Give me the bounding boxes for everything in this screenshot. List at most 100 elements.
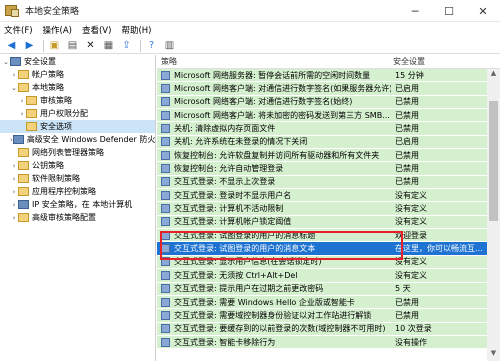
folder-icon [26, 96, 37, 105]
help-icon[interactable]: ? [144, 39, 159, 53]
show-tree-icon[interactable]: ▤ [65, 39, 80, 53]
toolbar-separator [43, 39, 44, 52]
tree-item-firewall[interactable]: › 高级安全 Windows Defender 防火墙 [0, 133, 155, 146]
delete-icon[interactable]: ✕ [83, 39, 98, 53]
table-row[interactable]: 交互式登录: 不显示上次登录 已禁用 [157, 175, 487, 189]
tree-item-advanced-audit[interactable]: › 高级审核策略配置 [0, 211, 155, 224]
policy-setting: 已启用 [395, 84, 419, 94]
table-row[interactable]: 交互式登录: 计算机帐户锁定阈值 没有定义 [157, 215, 487, 229]
policy-icon [161, 150, 170, 160]
close-icon[interactable]: ✕ [466, 0, 500, 22]
chevron-down-icon[interactable]: ⌄ [10, 84, 18, 92]
column-policy[interactable]: 策略 [157, 55, 389, 68]
table-row[interactable]: Microsoft 网络客户端: 对通信进行数字签名(如果服务器允许) 已启用 [157, 82, 487, 95]
tree-item-security-settings[interactable]: ⌄ 安全设置 [0, 55, 155, 68]
table-row[interactable]: 关机: 允许系统在未登录的情况下关闭 已启用 [157, 135, 487, 149]
tree-item-public-key[interactable]: › 公钥策略 [0, 159, 155, 172]
folder-icon [18, 70, 29, 79]
tree-label: 高级审核策略配置 [32, 213, 96, 222]
properties-icon[interactable]: ▦ [101, 39, 116, 53]
tree-item-user-rights[interactable]: › 用户权限分配 [0, 107, 155, 120]
tree-label: 应用程序控制策略 [32, 187, 96, 196]
chevron-right-icon[interactable]: › [10, 71, 18, 79]
table-row[interactable]: 交互式登录: 提示用户在过期之前更改密码 5 天 [157, 282, 487, 295]
table-row[interactable]: 关机: 清除虚拟内存页面文件 已禁用 [157, 122, 487, 135]
table-row[interactable]: 交互式登录: 要缓存到的以前登录的次数(域控制器不可用时) 10 次登录 [157, 322, 487, 335]
policy-setting: 没有定义 [395, 204, 427, 214]
view-icon[interactable]: ▥ [162, 39, 177, 53]
policy-name: 交互式登录: 提示用户在过期之前更改密码 [174, 284, 324, 294]
firewall-icon [12, 135, 24, 144]
table-row[interactable]: 交互式登录: 需要域控制器身份验证以对工作站进行解锁 已禁用 [157, 309, 487, 322]
menu-file[interactable]: 文件(F) [4, 24, 33, 36]
scroll-up-icon[interactable]: ▲ [487, 69, 500, 81]
policy-icon [161, 310, 170, 320]
tree-item-network-list[interactable]: 网络列表管理器策略 [0, 146, 155, 159]
tree-item-app-control[interactable]: › 应用程序控制策略 [0, 185, 155, 198]
table-row[interactable]: 交互式登录: 试图登录的用户的消息文本 在这里，你可以畅流互... [157, 242, 487, 255]
vertical-scrollbar[interactable]: ▲ ▼ [487, 69, 500, 361]
table-row[interactable]: 交互式登录: 需要 Windows Hello 企业版或智能卡 已禁用 [157, 295, 487, 309]
table-row[interactable]: 交互式登录: 登录时不显示用户名 没有定义 [157, 189, 487, 202]
table-row[interactable]: 恢复控制台: 允许软盘复制并访问所有驱动器和所有文件夹 已禁用 [157, 149, 487, 162]
shield-icon [10, 57, 21, 66]
export-icon[interactable]: ⇪ [119, 39, 134, 53]
menu-action[interactable]: 操作(A) [43, 24, 72, 36]
tree-item-software-restriction[interactable]: › 软件限制策略 [0, 172, 155, 185]
menu-view[interactable]: 查看(V) [82, 24, 111, 36]
column-header: 策略 安全设置 [157, 55, 500, 69]
local-security-policy-icon [5, 4, 19, 17]
table-row[interactable]: 交互式登录: 显示用户信息(在会话锁定时) 没有定义 [157, 255, 487, 269]
policy-setting: 已禁用 [395, 97, 419, 107]
folder-icon [18, 213, 29, 222]
table-row[interactable]: 恢复控制台: 允许自动管理登录 已禁用 [157, 162, 487, 175]
table-row[interactable]: Microsoft 网络客户端: 对通信进行数字签名(始终) 已禁用 [157, 95, 487, 109]
folder-icon [18, 174, 29, 183]
tree-item-security-options[interactable]: 安全选项 [0, 120, 155, 133]
window-title: 本地安全策略 [25, 7, 80, 17]
table-row[interactable]: 交互式登录: 智能卡移除行为 没有操作 [157, 335, 487, 349]
folder-open-icon [18, 83, 29, 92]
policy-name: 交互式登录: 登录时不显示用户名 [174, 190, 292, 200]
policy-name: 交互式登录: 计算机帐户锁定阈值 [174, 217, 292, 227]
policy-icon [161, 137, 170, 147]
policy-setting: 已禁用 [395, 310, 419, 320]
policy-name: 交互式登录: 需要域控制器身份验证以对工作站进行解锁 [174, 310, 372, 320]
tree-item-account-policies[interactable]: › 帐户策略 [0, 68, 155, 81]
chevron-right-icon[interactable]: › [10, 162, 18, 170]
chevron-right-icon[interactable]: › [10, 214, 18, 222]
table-row[interactable]: 交互式登录: 计算机不活动限制 没有定义 [157, 202, 487, 215]
table-row[interactable]: 交互式登录: 试图登录的用户的消息标题 欢迎登录 [157, 229, 487, 242]
tree-item-audit-policy[interactable]: › 审核策略 [0, 94, 155, 107]
chevron-down-icon[interactable]: ⌄ [2, 58, 10, 66]
chevron-right-icon[interactable]: › [18, 97, 26, 105]
policy-icon [161, 217, 170, 227]
maximize-icon[interactable]: ☐ [432, 0, 466, 22]
tree-label: 审核策略 [40, 96, 72, 105]
table-row[interactable]: Microsoft 网络服务器: 暂停会话前所需的空闲时间数量 15 分钟 [157, 69, 487, 82]
chevron-right-icon[interactable]: › [10, 188, 18, 196]
table-row[interactable]: Microsoft 网络客户端: 将未加密的密码发送到第三方 SMB... 已禁用 [157, 109, 487, 122]
forward-icon[interactable]: ▶ [22, 39, 37, 53]
menu-help[interactable]: 帮助(H) [121, 24, 151, 36]
minimize-icon[interactable]: ─ [398, 0, 432, 22]
up-folder-icon[interactable]: ▣ [47, 39, 62, 53]
policy-icon [161, 204, 170, 214]
policy-name: 交互式登录: 计算机不活动限制 [174, 204, 284, 214]
tree-item-ip-security[interactable]: › IP 安全策略，在 本地计算机 [0, 198, 155, 211]
chevron-right-icon[interactable]: › [18, 110, 26, 118]
column-setting[interactable]: 安全设置 [389, 55, 425, 68]
scroll-down-icon[interactable]: ▼ [487, 349, 500, 361]
chevron-right-icon[interactable]: › [10, 175, 18, 183]
policy-name: 恢复控制台: 允许软盘复制并访问所有驱动器和所有文件夹 [174, 150, 380, 160]
policy-setting: 已禁用 [395, 164, 419, 174]
tree-item-local-policies[interactable]: ⌄ 本地策略 [0, 81, 155, 94]
back-icon[interactable]: ◀ [4, 39, 19, 53]
table-row[interactable]: 交互式登录: 无须按 Ctrl+Alt+Del 没有定义 [157, 269, 487, 282]
chevron-right-icon[interactable]: › [10, 201, 18, 209]
scrollbar-thumb[interactable] [489, 101, 498, 221]
policy-setting: 没有定义 [395, 270, 427, 280]
tree-label: 安全选项 [40, 122, 72, 131]
policy-icon [161, 177, 170, 187]
tree-label: 高级安全 Windows Defender 防火墙 [26, 135, 156, 144]
